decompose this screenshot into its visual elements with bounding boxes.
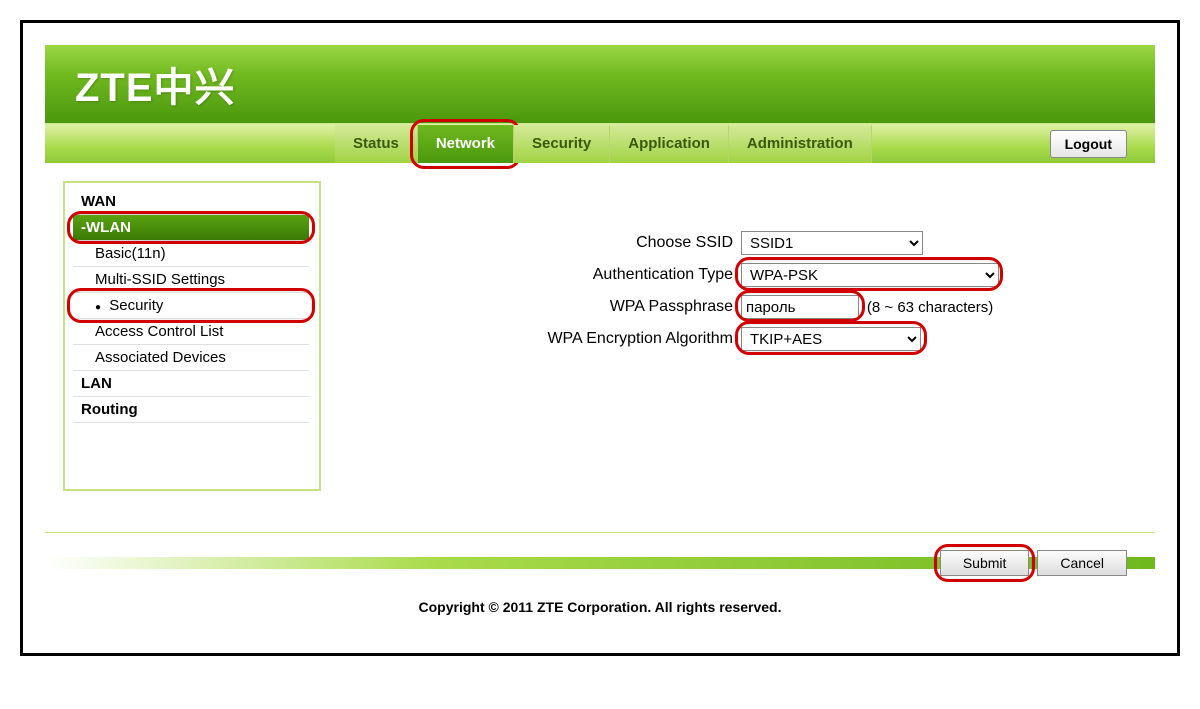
sidebar-item-lan[interactable]: LAN bbox=[73, 371, 309, 397]
header: ZTE中兴 bbox=[45, 45, 1155, 123]
action-bar: Submit Cancel bbox=[45, 543, 1155, 583]
select-wpa-enc[interactable]: TKIP+AES bbox=[741, 327, 921, 351]
tab-administration[interactable]: Administration bbox=[729, 125, 872, 163]
label-choose-ssid: Choose SSID bbox=[381, 234, 741, 252]
select-ssid[interactable]: SSID1 bbox=[741, 231, 923, 255]
row-choose-ssid: Choose SSID SSID1 bbox=[381, 231, 1125, 255]
main-panel: Choose SSID SSID1 Authentication Type WP… bbox=[351, 181, 1155, 532]
navbar: Status Network Security Application Admi… bbox=[45, 123, 1155, 163]
hint-wpa-pass: (8 ~ 63 characters) bbox=[867, 299, 993, 316]
tab-application[interactable]: Application bbox=[610, 125, 729, 163]
brand-logo: ZTE中兴 bbox=[75, 55, 236, 113]
footer-text: Copyright © 2011 ZTE Corporation. All ri… bbox=[45, 583, 1155, 631]
label-wpa-pass: WPA Passphrase bbox=[381, 298, 741, 316]
label-wpa-enc: WPA Encryption Algorithm bbox=[381, 330, 741, 348]
sidebar-item-acl[interactable]: Access Control List bbox=[73, 319, 309, 345]
sidebar-item-label: -WLAN bbox=[81, 219, 131, 236]
sidebar-item-wan[interactable]: WAN bbox=[73, 189, 309, 215]
label-auth-type: Authentication Type bbox=[381, 266, 741, 284]
row-wpa-pass: WPA Passphrase (8 ~ 63 characters) bbox=[381, 295, 1125, 319]
submit-button[interactable]: Submit bbox=[940, 550, 1030, 576]
row-wpa-enc: WPA Encryption Algorithm TKIP+AES bbox=[381, 327, 1125, 351]
sidebar-item-wlan[interactable]: -WLAN bbox=[73, 215, 309, 241]
row-auth-type: Authentication Type WPA-PSK bbox=[381, 263, 1125, 287]
sidebar-item-basic[interactable]: Basic(11n) bbox=[73, 241, 309, 267]
app-frame: ZTE中兴 Status Network Security Applicatio… bbox=[20, 20, 1180, 656]
tab-network[interactable]: Network bbox=[418, 125, 514, 163]
sidebar-item-label: Security bbox=[109, 297, 163, 314]
tab-security[interactable]: Security bbox=[514, 125, 610, 163]
sidebar: WAN -WLAN Basic(11n) Multi-SSID Settings… bbox=[63, 181, 321, 491]
select-auth-type[interactable]: WPA-PSK bbox=[741, 263, 999, 287]
annotation-ring bbox=[67, 288, 315, 323]
logout-button[interactable]: Logout bbox=[1050, 130, 1127, 158]
sidebar-item-routing[interactable]: Routing bbox=[73, 397, 309, 423]
tab-network-label: Network bbox=[436, 135, 495, 152]
tab-status[interactable]: Status bbox=[335, 125, 418, 163]
input-wpa-pass[interactable] bbox=[741, 295, 859, 319]
content: WAN -WLAN Basic(11n) Multi-SSID Settings… bbox=[45, 163, 1155, 533]
sidebar-item-multissid[interactable]: Multi-SSID Settings bbox=[73, 267, 309, 293]
cancel-button[interactable]: Cancel bbox=[1037, 550, 1127, 576]
sidebar-item-assoc[interactable]: Associated Devices bbox=[73, 345, 309, 371]
sidebar-item-security[interactable]: Security bbox=[73, 293, 309, 319]
